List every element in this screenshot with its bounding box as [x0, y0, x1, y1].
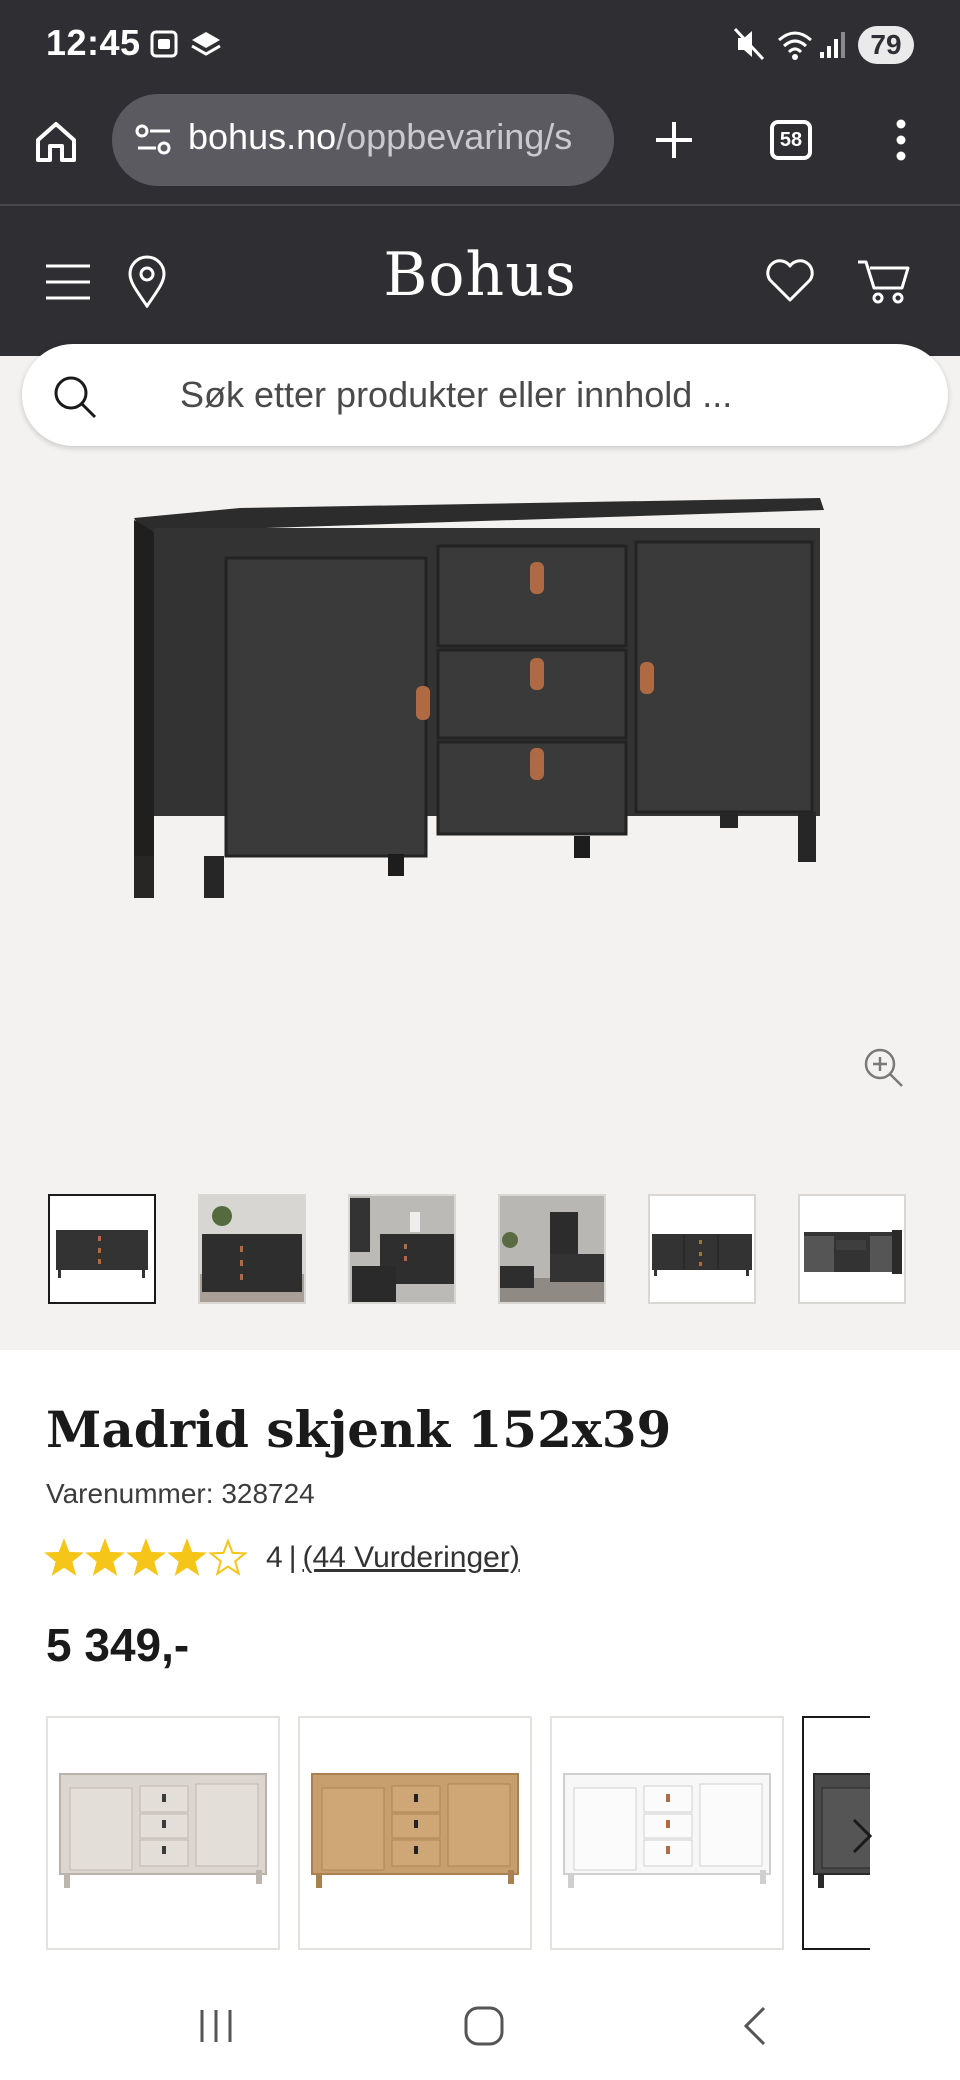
color-variants — [46, 1716, 870, 1952]
status-time: 12:45 — [46, 22, 141, 63]
variant-image — [563, 1773, 771, 1888]
thumbnail-image — [50, 1196, 154, 1302]
new-tab-icon[interactable] — [652, 118, 696, 162]
star-filled-icon — [126, 1538, 166, 1576]
variant-image — [59, 1773, 267, 1888]
product-price: 5 349,- — [46, 1619, 190, 1671]
search-icon — [54, 376, 97, 419]
gallery-thumbnail[interactable] — [648, 1194, 756, 1304]
screenshot-icon — [150, 30, 178, 58]
status-bar: 12:45 79 — [0, 0, 960, 92]
reviews-link[interactable]: (44 Vurderinger) — [302, 1541, 519, 1575]
url-text: bohus.no/oppbevaring/s — [188, 116, 572, 158]
rating-score: 4 — [266, 1541, 283, 1574]
gallery-thumbnail[interactable] — [498, 1194, 606, 1304]
rating-row: 4 | (44 Vurderinger) — [44, 1536, 520, 1580]
gallery-thumbnail[interactable] — [48, 1194, 156, 1304]
home-nav-icon[interactable] — [462, 2004, 506, 2048]
zoom-icon[interactable] — [862, 1046, 906, 1090]
gallery-thumbnail[interactable] — [198, 1194, 306, 1304]
site-header: Bohus — [0, 206, 960, 356]
variant-card[interactable] — [550, 1716, 784, 1950]
thumbnail-image — [500, 1196, 604, 1302]
thumbnail-image — [800, 1196, 904, 1302]
chevron-right-icon[interactable] — [840, 1814, 884, 1858]
more-menu-icon[interactable] — [886, 116, 916, 164]
rating-stars — [44, 1538, 248, 1576]
mute-icon — [733, 27, 765, 61]
url-domain: bohus.no — [188, 116, 337, 157]
main-product-image[interactable] — [120, 476, 840, 916]
star-empty-icon — [208, 1538, 248, 1576]
wifi-icon — [778, 31, 812, 60]
wishlist-heart-icon[interactable] — [764, 258, 816, 304]
bohus-logo[interactable]: Bohus — [0, 240, 960, 310]
home-icon[interactable] — [32, 118, 80, 166]
gallery-thumbnail[interactable] — [798, 1194, 906, 1304]
browser-toolbar: bohus.no/oppbevaring/s 58 — [0, 92, 960, 206]
signal-icon — [820, 32, 845, 58]
sku-number: Varenummer: 328724 — [46, 1478, 315, 1509]
thumbnail-image — [650, 1196, 754, 1302]
search-bar[interactable]: Søk etter produkter eller innhold ... — [22, 344, 948, 446]
recent-apps-icon[interactable] — [196, 2006, 236, 2046]
system-nav-bar — [0, 1972, 960, 2080]
cart-icon[interactable] — [856, 256, 912, 306]
gallery-thumbnail[interactable] — [348, 1194, 456, 1304]
battery-indicator: 79 — [858, 26, 914, 64]
rating-separator: | — [288, 1541, 297, 1574]
site-info-icon[interactable] — [134, 122, 174, 158]
thumbnail-image — [200, 1196, 304, 1302]
address-bar[interactable]: bohus.no/oppbevaring/s — [112, 94, 614, 186]
thumbnail-image — [350, 1196, 454, 1302]
product-title: Madrid skjenk 152x39 — [46, 1400, 672, 1459]
variant-card[interactable] — [46, 1716, 280, 1950]
variant-card[interactable] — [298, 1716, 532, 1950]
url-path: /oppbevaring/s — [336, 116, 573, 157]
star-filled-icon — [44, 1538, 84, 1576]
star-filled-icon — [85, 1538, 125, 1576]
search-input[interactable]: Søk etter produkter eller innhold ... — [180, 374, 732, 416]
back-icon[interactable] — [736, 2004, 772, 2048]
variant-image — [311, 1773, 519, 1888]
star-filled-icon — [167, 1538, 207, 1576]
stack-icon — [191, 32, 221, 56]
tabs-button[interactable]: 58 — [770, 120, 812, 160]
